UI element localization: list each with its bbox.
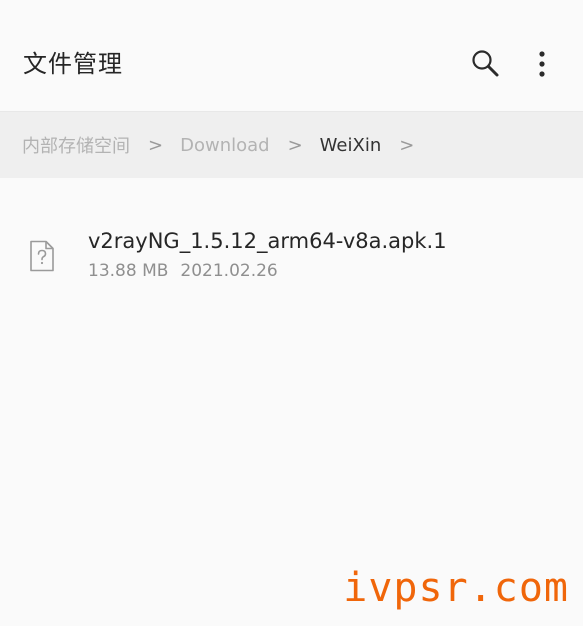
file-meta: 13.88 MB 2021.02.26 xyxy=(88,258,278,284)
breadcrumb-separator: > xyxy=(287,134,303,156)
file-date: 2021.02.26 xyxy=(180,261,278,281)
breadcrumb-separator: > xyxy=(399,134,415,156)
breadcrumb-item-internal-storage[interactable]: 内部存储空间 xyxy=(22,132,130,158)
file-size: 13.88 MB xyxy=(88,261,169,281)
search-icon xyxy=(472,50,499,77)
breadcrumb-separator: > xyxy=(148,134,164,156)
more-vertical-icon xyxy=(539,51,545,77)
breadcrumb: 内部存储空间 > Download > WeiXin > xyxy=(0,112,583,178)
unknown-file-icon xyxy=(30,240,54,272)
watermark-logo: ivpsr.com xyxy=(343,565,569,611)
file-name: v2rayNG_1.5.12_arm64-v8a.apk.1 xyxy=(88,229,447,253)
search-button[interactable] xyxy=(466,44,506,84)
app-header: 文件管理 xyxy=(0,0,583,112)
breadcrumb-item-download[interactable]: Download xyxy=(180,135,269,156)
breadcrumb-item-weixin[interactable]: WeiXin xyxy=(320,135,382,156)
page-title: 文件管理 xyxy=(23,50,123,78)
file-list-item[interactable]: v2rayNG_1.5.12_arm64-v8a.apk.1 13.88 MB 2… xyxy=(0,218,583,298)
more-options-button[interactable] xyxy=(522,44,562,84)
